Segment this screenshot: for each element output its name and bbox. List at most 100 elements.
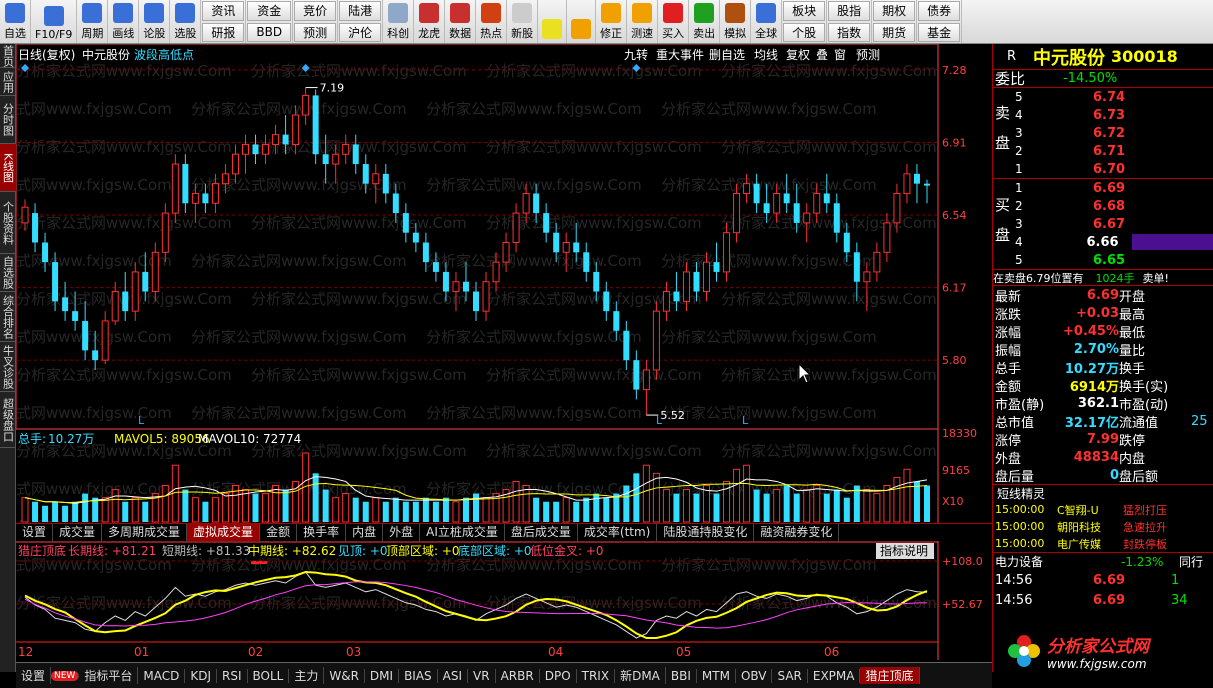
left-tab-7[interactable]: 牛叉诊股 (0, 342, 16, 392)
indicator-tab[interactable]: W&R (324, 668, 365, 683)
volume-subtab[interactable]: 融资融券变化 (754, 524, 840, 541)
left-tab-2[interactable]: 分时图 (0, 96, 16, 144)
toolbar-button-选股[interactable]: 选股 (170, 0, 202, 43)
news-item[interactable]: 15:00:00 C智翔-U 猛烈打压 (993, 501, 1213, 518)
toolbar-link[interactable]: 研报 (202, 22, 245, 42)
indicator-tab[interactable]: MACD (138, 668, 186, 683)
toolbar-button-grid-icon[interactable] (538, 0, 568, 43)
left-tab-6[interactable]: 综合排名 (0, 292, 16, 342)
indicator-tab[interactable]: SAR (772, 668, 808, 683)
indicator-tab[interactable]: 主力 (289, 667, 325, 684)
volume-subtab[interactable]: 盘后成交量 (505, 524, 578, 541)
left-tab-5[interactable]: 自选股 (0, 254, 16, 292)
toolbar-button-全球[interactable]: 全球 (751, 0, 783, 43)
toolbar-button-热点[interactable]: 热点 (476, 0, 508, 43)
toolbar-button-数据[interactable]: 数据 (445, 0, 477, 43)
book-row[interactable]: 5 6.65 (993, 251, 1213, 269)
indicator-tab[interactable]: ASI (438, 668, 469, 683)
book-row[interactable]: 4 6.73 (993, 106, 1213, 124)
indicator-tab[interactable]: RSI (217, 668, 248, 683)
candle-body (713, 262, 720, 272)
toolbar-button-画线[interactable]: 画线 (108, 0, 140, 43)
toolbar-button-F10/F9[interactable]: F10/F9 (31, 0, 78, 43)
sector-more[interactable]: 同行 (1179, 553, 1203, 570)
volume-subtab[interactable]: 陆股通持股变化 (657, 524, 755, 541)
toolbar-link[interactable]: 个股 (783, 22, 826, 42)
left-tab-8[interactable]: 超级盘口 (0, 392, 16, 448)
toolbar-link[interactable]: 期货 (873, 22, 916, 42)
indicator-tab[interactable]: 猎庄顶底 (860, 667, 920, 684)
indicator-tab[interactable]: DMI (365, 668, 400, 683)
chart-area[interactable]: 分析家公式网www.fxjgsw.Com 分析家公式网www.fxjgsw.Com… (0, 43, 990, 660)
toolbar-button-买入[interactable]: 买入 (658, 0, 690, 43)
book-row[interactable]: 3 6.72 (993, 124, 1213, 142)
left-tab-1[interactable]: 应用 (0, 68, 16, 96)
indicator-tab[interactable]: TRIX (577, 668, 616, 683)
toolbar-button-周期[interactable]: 周期 (77, 0, 109, 43)
book-row[interactable]: 2 6.68 (993, 197, 1213, 215)
indicator-tab[interactable]: MTM (697, 668, 736, 683)
indicator-tab[interactable]: NEW (51, 670, 80, 681)
toolbar-button-科创[interactable]: 科创 (383, 0, 415, 43)
left-tab-4[interactable]: 个股资料 (0, 192, 16, 254)
book-row[interactable]: 4 6.66 (993, 233, 1213, 251)
indicator-tab[interactable]: EXPMA (808, 668, 861, 683)
indicator-tab[interactable]: 新DMA (615, 667, 666, 684)
volume-subtab[interactable]: 虚拟成交量 (187, 524, 261, 541)
toolbar-button-卖出[interactable]: 卖出 (689, 0, 721, 43)
indicator-tab[interactable]: BBI (666, 668, 697, 683)
book-row[interactable]: 3 6.67 (993, 215, 1213, 233)
volume-subtab[interactable]: AI立桩成交量 (420, 524, 505, 541)
toolbar-button-新股[interactable]: 新股 (507, 0, 539, 43)
toolbar-button-模拟[interactable]: 模拟 (720, 0, 752, 43)
indicator-tab[interactable]: ARBR (496, 668, 540, 683)
book-row[interactable]: 1 6.70 (993, 160, 1213, 178)
toolbar-link[interactable]: 资金 (247, 1, 292, 21)
book-row[interactable]: 5 6.74 (993, 88, 1213, 106)
toolbar-button-论股[interactable]: 论股 (139, 0, 171, 43)
indicator-tab[interactable]: OBV (736, 668, 773, 683)
indicator-tab[interactable]: 设置 (16, 667, 52, 684)
indicator-tab[interactable]: KDJ (185, 668, 217, 683)
volume-subtab[interactable]: 换手率 (297, 524, 347, 541)
toolbar-link[interactable]: 陆港 (339, 1, 382, 21)
volume-bar (452, 501, 460, 523)
toolbar-link[interactable]: 竞价 (294, 1, 337, 21)
book-price: 6.71 (1093, 143, 1126, 159)
volume-subtab[interactable]: 内盘 (346, 524, 384, 541)
indicator-tab[interactable]: VR (468, 668, 496, 683)
toolbar-button-修正[interactable]: 修正 (596, 0, 628, 43)
indicator-tab[interactable]: BIAS (399, 668, 438, 683)
volume-subtab[interactable]: 外盘 (383, 524, 421, 541)
book-row[interactable]: 2 6.71 (993, 142, 1213, 160)
toolbar-link[interactable]: 板块 (783, 1, 826, 21)
news-item[interactable]: 15:00:00 电广传媒 封跌停板 (993, 535, 1213, 552)
kline-chart-svg[interactable]: 分析家公式网www.fxjgsw.Com 分析家公式网www.fxjgsw.Com… (0, 43, 990, 660)
volume-subtab[interactable]: 成交率(ttm) (578, 524, 658, 541)
indicator-tab[interactable]: 指标平台 (79, 667, 139, 684)
toolbar-link[interactable]: 沪伦 (339, 22, 382, 42)
sector-row[interactable]: 电力设备 -1.23% 同行 (993, 552, 1213, 570)
toolbar-button-back-arrow-icon[interactable] (567, 0, 597, 43)
toolbar-link[interactable]: 基金 (918, 22, 961, 42)
left-tab-3[interactable]: K线图 (0, 144, 16, 192)
toolbar-button-龙虎[interactable]: 龙虎 (414, 0, 446, 43)
toolbar-link[interactable]: 期权 (873, 1, 916, 21)
toolbar-button-测速[interactable]: 测速 (627, 0, 659, 43)
volume-subtab[interactable]: 多周期成交量 (102, 524, 188, 541)
toolbar-link[interactable]: 资讯 (202, 1, 245, 21)
toolbar-link[interactable]: 预测 (294, 22, 337, 42)
volume-subtab[interactable]: 成交量 (53, 524, 103, 541)
volume-subtab[interactable]: 设置 (16, 524, 54, 541)
toolbar-link[interactable]: BBD (247, 22, 292, 42)
indicator-tab[interactable]: DPO (540, 668, 577, 683)
left-tab-0[interactable]: 首页 (0, 44, 16, 68)
book-row[interactable]: 1 6.69 (993, 179, 1213, 197)
volume-subtab[interactable]: 金额 (260, 524, 298, 541)
toolbar-link[interactable]: 股指 (828, 1, 871, 21)
toolbar-button-自选[interactable]: 自选 (0, 0, 31, 43)
indicator-tab[interactable]: BOLL (248, 668, 290, 683)
news-item[interactable]: 15:00:00 朝阳科技 急速拉升 (993, 518, 1213, 535)
toolbar-link[interactable]: 指数 (828, 22, 871, 42)
toolbar-link[interactable]: 债券 (918, 1, 961, 21)
